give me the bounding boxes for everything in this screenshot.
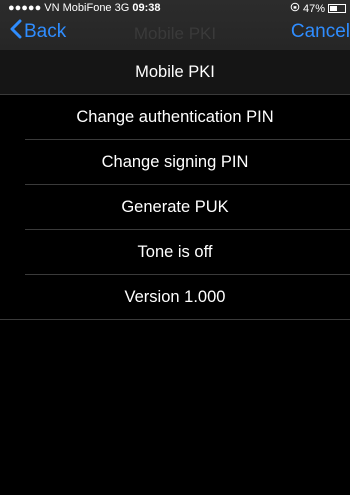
menu-item-label: Version 1.000	[124, 288, 226, 306]
network-type: 3G	[114, 2, 130, 14]
menu-item-tone[interactable]: Tone is off	[0, 230, 350, 275]
status-right: 47%	[290, 2, 346, 15]
back-button[interactable]: Back	[10, 19, 67, 45]
menu-item-label: Change signing PIN	[101, 153, 249, 171]
chevron-left-icon	[10, 19, 24, 45]
menu-item-change-authentication-pin[interactable]: Change authentication PIN	[0, 95, 350, 140]
rotation-lock-icon	[290, 2, 300, 15]
navigation-bar: ●●●●● VN MobiFone 3G 09:38 47% Mobile PK…	[0, 0, 350, 50]
cancel-button[interactable]: Cancel	[291, 21, 350, 43]
menu-item-version: Version 1.000	[0, 275, 350, 320]
menu-item-label: Change authentication PIN	[76, 108, 274, 126]
status-bar: ●●●●● VN MobiFone 3G 09:38 47%	[0, 0, 350, 18]
menu-item-change-signing-pin[interactable]: Change signing PIN	[0, 140, 350, 185]
status-left: ●●●●● VN MobiFone 3G 09:38	[8, 2, 161, 14]
signal-strength: ●●●●●	[8, 2, 42, 14]
menu-item-mobile-pki[interactable]: Mobile PKI	[0, 50, 350, 95]
menu-item-label: Mobile PKI	[135, 63, 215, 81]
menu-item-label: Generate PUK	[121, 198, 229, 216]
menu-item-label: Tone is off	[137, 243, 213, 261]
battery-percent: 47%	[302, 2, 325, 15]
menu-item-generate-puk[interactable]: Generate PUK	[0, 185, 350, 230]
settings-menu: Mobile PKI Change authentication PIN Cha…	[0, 50, 350, 320]
battery-icon	[328, 4, 346, 13]
carrier-name: VN MobiFone	[44, 2, 112, 14]
status-time: 09:38	[132, 2, 161, 14]
back-label: Back	[24, 21, 67, 42]
